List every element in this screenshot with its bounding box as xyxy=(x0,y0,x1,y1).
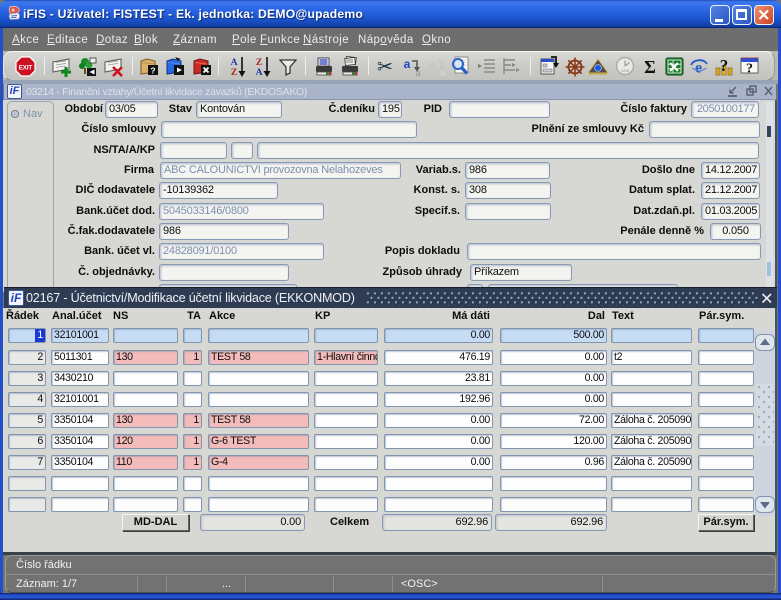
svg-text:A: A xyxy=(256,68,263,78)
svg-text:✂: ✂ xyxy=(377,57,393,78)
svg-text:EXIT: EXIT xyxy=(19,64,33,71)
svg-text:a: a xyxy=(429,57,436,71)
svg-text:?: ? xyxy=(720,56,729,75)
svg-text:?: ? xyxy=(150,66,155,76)
svg-text:a: a xyxy=(440,68,445,78)
svg-text:A: A xyxy=(231,58,238,68)
svg-text:Z: Z xyxy=(231,68,237,78)
svg-text:Σ: Σ xyxy=(644,57,656,77)
svg-text:a: a xyxy=(404,57,411,71)
svg-text:a: a xyxy=(415,68,420,78)
svg-text:?: ? xyxy=(746,62,753,77)
svg-text:1215: 1215 xyxy=(621,69,629,73)
svg-text:Z: Z xyxy=(256,58,262,68)
svg-text:e: e xyxy=(695,60,702,77)
